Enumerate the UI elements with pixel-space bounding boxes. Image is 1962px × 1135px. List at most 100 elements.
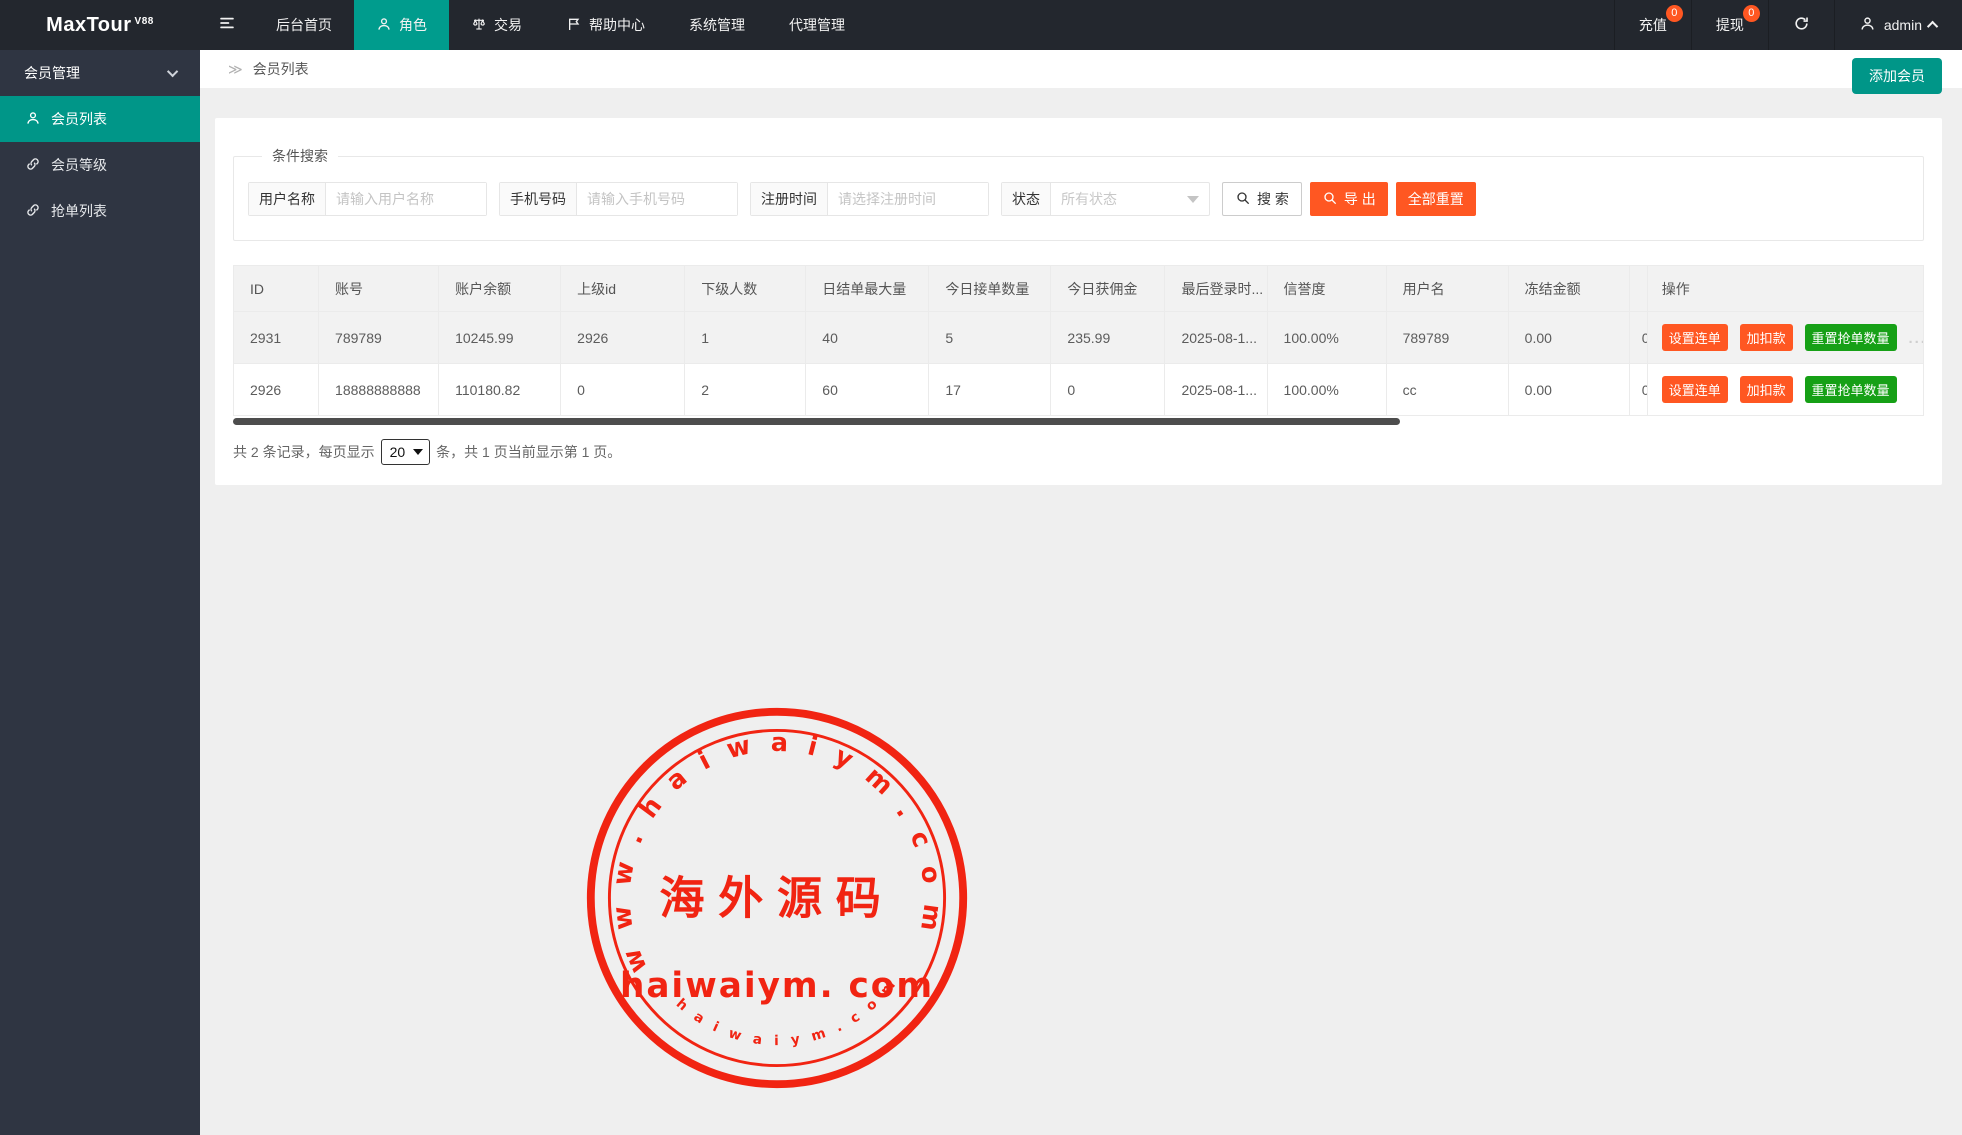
search-button-label: 搜 索 [1257, 189, 1289, 209]
cell-nickname: 789789 [1386, 312, 1508, 364]
col-header-subordinates: 下级人数 [685, 266, 806, 312]
app-logo: MaxTour V88 [0, 0, 200, 50]
withdraw-button[interactable]: 提现 0 [1691, 0, 1768, 50]
logo-text: MaxTour [46, 14, 131, 37]
search-button[interactable]: 搜 索 [1222, 182, 1302, 216]
page-size-value: 20 [390, 444, 406, 460]
refresh-button[interactable] [1768, 0, 1834, 50]
recharge-label: 充值 [1639, 15, 1667, 35]
adjust-funds-button[interactable]: 加扣款 [1740, 376, 1793, 403]
phone-label: 手机号码 [500, 183, 577, 215]
set-chain-order-button[interactable]: 设置连单 [1662, 376, 1728, 403]
nav-label: 角色 [399, 15, 427, 35]
nav-item-agent[interactable]: 代理管理 [767, 0, 867, 50]
cell-clipped: 0 [1629, 312, 1647, 364]
cell-today-orders: 17 [929, 364, 1051, 416]
col-header-last-login: 最后登录时... [1165, 266, 1267, 312]
adjust-funds-button[interactable]: 加扣款 [1740, 324, 1793, 351]
reset-all-button-label: 全部重置 [1408, 189, 1464, 209]
cell-daily-max: 40 [806, 312, 929, 364]
status-select[interactable]: 所有状态 [1051, 183, 1209, 215]
table-row: 2931 789789 10245.99 2926 1 40 5 235.99 … [234, 312, 1924, 364]
select-caret-icon [1187, 196, 1199, 203]
col-header-credit: 信誉度 [1267, 266, 1386, 312]
member-table: ID 账号 账户余额 上级id 下级人数 日结单最大量 今日接单数量 今日获佣金… [233, 265, 1924, 416]
export-button-label: 导 出 [1344, 189, 1376, 209]
menu-toggle-button[interactable] [200, 0, 254, 50]
scrollbar-thumb[interactable] [233, 418, 1400, 425]
user-name: admin [1884, 17, 1922, 33]
sidebar-group-label: 会员管理 [24, 63, 80, 83]
nav-label: 系统管理 [689, 15, 745, 35]
cell-nickname: cc [1386, 364, 1508, 416]
cell-today-commission: 0 [1051, 364, 1165, 416]
cell-balance: 110180.82 [439, 364, 561, 416]
register-time-label: 注册时间 [751, 183, 828, 215]
refresh-icon [1793, 15, 1810, 35]
link-icon [25, 202, 41, 221]
person-icon [25, 110, 41, 129]
pagination-prefix: 共 2 条记录，每页显示 [233, 442, 375, 462]
sidebar-item-member-list[interactable]: 会员列表 [0, 96, 200, 142]
col-header-today-orders: 今日接单数量 [929, 266, 1051, 312]
user-icon [1859, 15, 1876, 35]
logo-version: V88 [135, 16, 154, 27]
col-header-account: 账号 [319, 266, 439, 312]
filter-status: 状态 所有状态 [1001, 182, 1210, 216]
page-size-select[interactable]: 20 [381, 439, 431, 465]
cell-last-login: 2025-08-1... [1165, 312, 1267, 364]
sidebar-item-order-grab-list[interactable]: 抢单列表 [0, 188, 200, 234]
sidebar-item-label: 会员等级 [51, 155, 107, 175]
cell-frozen: 0.00 [1508, 312, 1629, 364]
person-icon [376, 16, 392, 35]
cell-credit: 100.00% [1267, 312, 1386, 364]
pagination: 共 2 条记录，每页显示 20 条，共 1 页当前显示第 1 页。 [233, 439, 1924, 465]
nav-item-system[interactable]: 系统管理 [667, 0, 767, 50]
username-label: 用户名称 [249, 183, 326, 215]
withdraw-label: 提现 [1716, 15, 1744, 35]
col-header-balance: 账户余额 [439, 266, 561, 312]
recharge-button[interactable]: 充值 0 [1614, 0, 1691, 50]
chevron-up-icon [1927, 21, 1938, 32]
select-caret-icon [413, 449, 423, 455]
col-header-daily-max: 日结单最大量 [806, 266, 929, 312]
sidebar-group-member-management[interactable]: 会员管理 [0, 50, 200, 96]
filter-phone: 手机号码 [499, 182, 738, 216]
cell-today-orders: 5 [929, 312, 1051, 364]
user-menu[interactable]: admin [1834, 0, 1962, 50]
nav-label: 帮助中心 [589, 15, 645, 35]
reset-grab-count-button[interactable]: 重置抢单数量 [1805, 376, 1897, 403]
reset-all-button[interactable]: 全部重置 [1396, 182, 1476, 216]
col-header-nickname: 用户名 [1386, 266, 1508, 312]
scales-icon [471, 16, 487, 35]
nav-item-trade[interactable]: 交易 [449, 0, 544, 50]
filter-buttons: 搜 索 导 出 全部重置 [1222, 182, 1476, 216]
col-header-frozen: 冻结金额 [1508, 266, 1629, 312]
sidebar-item-member-level[interactable]: 会员等级 [0, 142, 200, 188]
cell-credit: 100.00% [1267, 364, 1386, 416]
cell-last-login: 2025-08-1... [1165, 364, 1267, 416]
nav-item-home[interactable]: 后台首页 [254, 0, 354, 50]
cell-parent-id: 2926 [561, 312, 685, 364]
add-member-button[interactable]: 添加会员 [1852, 58, 1942, 94]
search-panel-legend: 条件搜索 [262, 146, 338, 166]
content-card: 条件搜索 用户名称 手机号码 注册时间 状态 所有状态 [215, 118, 1942, 485]
cell-subordinates: 1 [685, 312, 806, 364]
reset-grab-count-button[interactable]: 重置抢单数量 [1805, 324, 1897, 351]
cell-balance: 10245.99 [439, 312, 561, 364]
phone-input[interactable] [577, 183, 737, 215]
export-button[interactable]: 导 出 [1310, 182, 1388, 216]
nav-item-roles[interactable]: 角色 [354, 0, 449, 50]
col-header-clipped [1629, 266, 1647, 312]
top-nav: 后台首页 角色 交易 帮助中心 系统管理 代理管理 [254, 0, 867, 50]
username-input[interactable] [326, 183, 486, 215]
table-header-row: ID 账号 账户余额 上级id 下级人数 日结单最大量 今日接单数量 今日获佣金… [234, 266, 1924, 312]
breadcrumb: ≫ 会员列表 [200, 50, 1962, 88]
search-icon [1235, 190, 1251, 209]
more-actions-button[interactable]: ... [1908, 330, 1923, 347]
recharge-badge: 0 [1666, 5, 1683, 22]
register-time-input[interactable] [828, 183, 988, 215]
flag-icon [566, 16, 582, 35]
nav-item-help-center[interactable]: 帮助中心 [544, 0, 667, 50]
set-chain-order-button[interactable]: 设置连单 [1662, 324, 1728, 351]
